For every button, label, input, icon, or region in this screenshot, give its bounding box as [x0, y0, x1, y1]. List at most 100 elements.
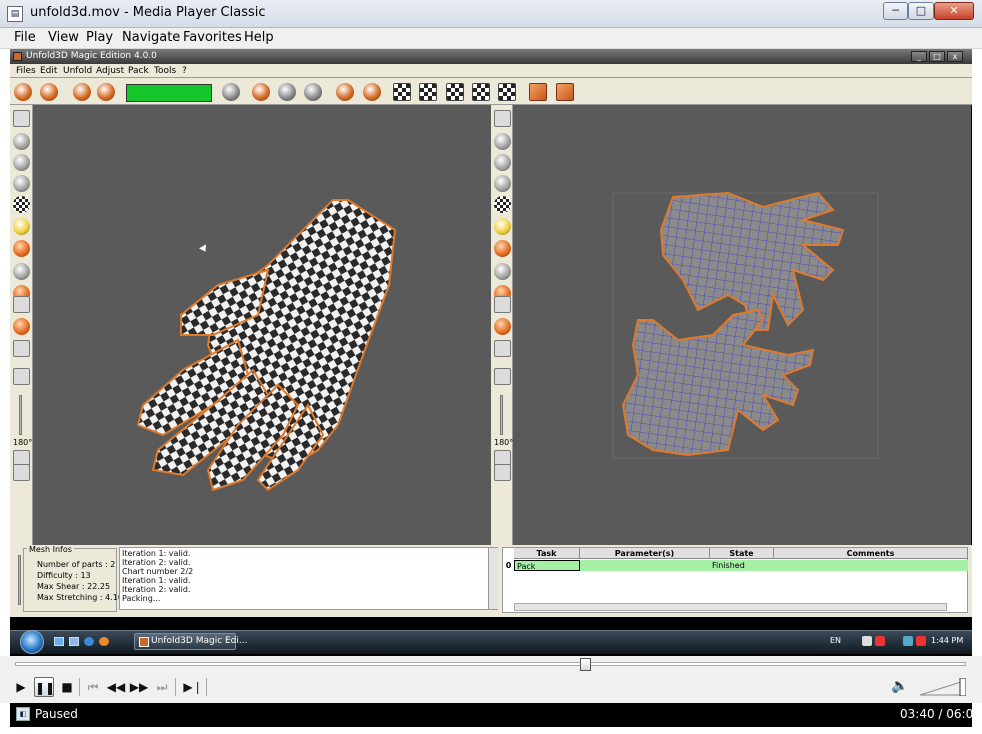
col-state: State — [710, 548, 774, 559]
rewind-button[interactable]: ◀◀ — [106, 677, 126, 697]
tray-security-icon[interactable] — [875, 636, 885, 646]
close-button[interactable]: ✕ — [934, 2, 974, 20]
tray-volume-icon[interactable] — [903, 636, 913, 646]
pack-icon — [529, 83, 547, 101]
col-comments: Comments — [774, 548, 968, 559]
log-line: Chart number 2/2 — [122, 567, 194, 576]
tool-cursor-icon — [304, 83, 322, 101]
fast-forward-button[interactable]: ▶▶ — [129, 677, 149, 697]
tray-network-icon[interactable] — [862, 636, 872, 646]
play-button[interactable]: ▶ — [11, 677, 31, 697]
cell-state: Finished — [710, 560, 774, 571]
skip-forward-button[interactable]: ⏭ — [152, 677, 172, 697]
arrow-right-icon — [494, 110, 511, 127]
menu-favorites[interactable]: Favorites — [183, 30, 242, 45]
col-task: Task — [514, 548, 580, 559]
separator — [79, 678, 80, 696]
tray-alert-icon[interactable] — [916, 636, 926, 646]
left-zoom-slider[interactable] — [19, 395, 22, 435]
language-indicator[interactable]: EN — [830, 636, 841, 645]
start-button[interactable] — [20, 630, 44, 654]
log-line: Iteration 2: valid. — [122, 558, 191, 567]
unfold-progress-bar — [126, 84, 212, 102]
cut-x-icon — [13, 318, 30, 335]
mesh-info-difficulty: Difficulty : 13 — [37, 571, 91, 580]
3d-viewport[interactable] — [33, 105, 491, 545]
skip-back-button[interactable]: ⏮ — [83, 677, 103, 697]
hand-model — [136, 199, 397, 492]
tool-sphere-icon — [222, 83, 240, 101]
stop-button[interactable]: ■ — [57, 677, 77, 697]
log-line: Iteration 1: valid. — [122, 576, 191, 585]
menu-help[interactable]: Help — [244, 30, 274, 45]
menu-view[interactable]: View — [48, 30, 79, 45]
cell-task[interactable]: Pack — [514, 560, 580, 571]
checker-medium-icon — [419, 83, 437, 101]
mesh-info-parts: Number of parts : 2 — [37, 560, 116, 569]
bottom-slider[interactable] — [18, 555, 21, 605]
unfold-maximize-button: □ — [929, 51, 945, 62]
volume-slider[interactable] — [920, 678, 966, 696]
menu-navigate[interactable]: Navigate — [122, 30, 180, 45]
log-line: Packing... — [122, 594, 161, 603]
select-arrow-icon — [13, 296, 30, 313]
cell-params — [580, 560, 710, 571]
menu-play[interactable]: Play — [86, 30, 113, 45]
tool-orange-ball-icon — [40, 83, 58, 101]
checker-large-icon — [446, 83, 464, 101]
uv-viewport[interactable] — [513, 105, 971, 545]
log-line: Iteration 1: valid. — [122, 549, 191, 558]
unfold-menu-unfold: Unfold — [63, 66, 93, 76]
unfold-menu-pack: Pack — [128, 66, 149, 76]
speaker-icon[interactable]: 🔈 — [891, 677, 909, 695]
quicklaunch-firefox-icon[interactable] — [99, 637, 109, 646]
tool-pin-icon — [97, 83, 115, 101]
rotate-view-icon — [494, 263, 511, 280]
sphere-solid-icon — [494, 133, 511, 150]
tool-shapes-icon — [278, 83, 296, 101]
tool-box-icon — [363, 83, 381, 101]
mesh-infos-box — [23, 548, 117, 612]
sphere-wire-icon — [494, 154, 511, 171]
move-icon — [13, 240, 30, 257]
seek-bar[interactable] — [15, 662, 966, 666]
cut-x-icon — [494, 318, 511, 335]
checker-grid-icon — [472, 83, 490, 101]
maximize-button[interactable]: □ — [908, 2, 934, 20]
uv-layout — [612, 191, 879, 459]
seek-thumb[interactable] — [580, 658, 591, 671]
taskbar-unfold-button[interactable]: Unfold3D Magic Edi... — [134, 633, 247, 650]
mesh-info-shear: Max Shear : 22.25 — [37, 582, 111, 591]
mesh-info-stretching: Max Stretching : 4.10 — [37, 593, 123, 602]
menu-file[interactable]: File — [14, 30, 36, 45]
mesh-infos-heading: Mesh Infos — [27, 545, 74, 554]
playback-status: Paused — [35, 707, 78, 721]
move-icon — [494, 240, 511, 257]
quicklaunch-desktop-icon[interactable] — [54, 637, 64, 646]
unfold-title-bar: Unfold3D Magic Edition 4.0.0 — [10, 49, 972, 64]
window-title: unfold3d.mov - Media Player Classic — [30, 5, 266, 20]
quicklaunch-window-icon[interactable] — [69, 637, 79, 646]
checker-small-icon — [393, 83, 411, 101]
unfold-minimize-button: _ — [911, 51, 927, 62]
unfold-app-icon — [13, 52, 22, 61]
frame-step-button[interactable]: ▶❘ — [183, 677, 203, 697]
pause-button[interactable]: ❚❚ — [34, 677, 55, 697]
status-icon: ◧ — [16, 707, 30, 721]
log-line: Iteration 2: valid. — [122, 585, 191, 594]
tray-clock[interactable]: 1:44 PM — [931, 636, 963, 645]
col-parameters: Parameter(s) — [580, 548, 710, 559]
log-scrollbar[interactable] — [488, 548, 498, 609]
quicklaunch-ie-icon[interactable] — [84, 637, 94, 646]
sphere-wire-icon — [13, 154, 30, 171]
sphere-solid-icon — [13, 133, 30, 150]
tool-rotate-icon — [252, 83, 270, 101]
tool-cut-icon — [336, 83, 354, 101]
unfold-close-button: x — [947, 51, 963, 62]
minimize-button[interactable]: ─ — [883, 2, 908, 20]
separator — [175, 678, 176, 696]
right-zoom-slider[interactable] — [500, 395, 503, 435]
sphere-grid-icon — [494, 175, 511, 192]
arrow-tool-icon — [494, 464, 511, 481]
task-hscrollbar[interactable] — [514, 603, 947, 611]
